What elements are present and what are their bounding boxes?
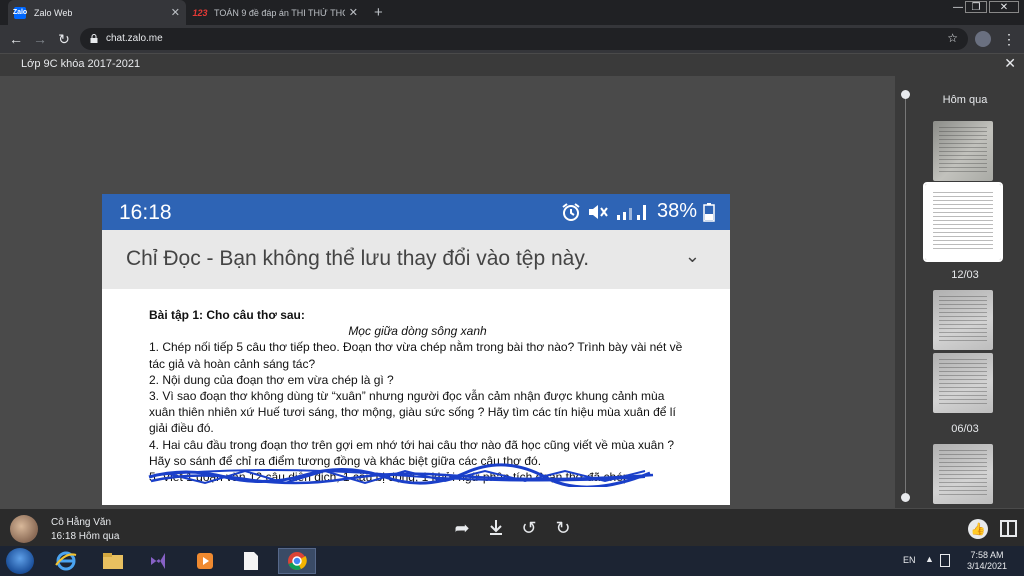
- thumbnail-content: [939, 296, 987, 344]
- timeline-top-handle[interactable]: [901, 90, 910, 99]
- download-icon[interactable]: [486, 518, 506, 538]
- window-close-icon[interactable]: ✕: [989, 1, 1019, 13]
- thumbnail-content: [939, 450, 987, 498]
- mute-icon: [588, 204, 608, 219]
- thumbnail[interactable]: [933, 353, 993, 413]
- clock-date: 3/14/2021: [966, 561, 1008, 571]
- tab-close-icon[interactable]: ✕: [349, 6, 358, 19]
- thumbnail[interactable]: [933, 290, 993, 350]
- thumbnail-content: [939, 127, 987, 175]
- sender-avatar[interactable]: [10, 515, 38, 543]
- bookmark-star-icon[interactable]: ☆: [947, 31, 958, 45]
- viewer-bottom-bar: Cô Hằng Văn 16:18 Hôm qua ➦ ↺ ↻ 👍: [0, 508, 1024, 546]
- signal-icon: [616, 204, 646, 220]
- profile-avatar[interactable]: [975, 31, 991, 47]
- lock-icon: [90, 34, 98, 43]
- tab-title: TOÁN 9 đề đáp án THI THỬ THC: [214, 7, 345, 18]
- date-label-yesterday: Hôm qua: [942, 94, 988, 106]
- battery-percent: 38%: [656, 200, 697, 222]
- document-text: Bài tập 1: Cho câu thơ sau: Mọc giữa dòn…: [102, 289, 730, 488]
- tab-title: Zalo Web: [34, 7, 73, 18]
- sender-name: Cô Hằng Văn: [51, 517, 112, 528]
- conversation-title: Lớp 9C khóa 2017-2021: [21, 58, 141, 70]
- internet-explorer-icon[interactable]: [47, 548, 85, 574]
- url-text: chat.zalo.me: [106, 33, 163, 44]
- status-icons: 38%: [561, 200, 715, 223]
- media-player-icon[interactable]: [186, 548, 224, 574]
- battery-icon: [703, 202, 715, 222]
- timeline-track: [905, 95, 906, 497]
- phone-status-bar: 16:18 38%: [102, 194, 730, 230]
- media-viewer-header: Lớp 9C khóa 2017-2021 ✕: [0, 53, 1024, 75]
- new-tab-icon[interactable]: +: [374, 4, 383, 21]
- thumbnail-content: [939, 359, 987, 407]
- browser-menu-icon[interactable]: ⋮: [1002, 30, 1016, 48]
- zalo-favicon-icon: Zalo: [13, 6, 27, 19]
- date-label-12-03: 12/03: [951, 269, 979, 281]
- tab-close-icon[interactable]: ✕: [171, 6, 180, 19]
- scribble-overlay: [148, 463, 654, 488]
- timeline-bottom-handle[interactable]: [901, 493, 910, 502]
- readonly-banner: Chỉ Đọc - Bạn không thể lưu thay đổi vào…: [102, 230, 730, 289]
- poem-line: Mọc giữa dòng sông xanh: [348, 324, 487, 339]
- thumbnail[interactable]: [933, 444, 993, 504]
- phone-clock: 16:18: [119, 201, 172, 224]
- tray-expand-icon[interactable]: ▲: [925, 554, 934, 564]
- browser-toolbar: ← → ↻ chat.zalo.me ☆: [0, 25, 1024, 53]
- question-3: 3. Vì sao đoạn thơ không dùng từ “xuân” …: [149, 389, 676, 436]
- rotate-right-icon[interactable]: ↻: [553, 518, 573, 538]
- reload-icon[interactable]: ↻: [56, 31, 72, 47]
- alarm-icon: [562, 202, 580, 221]
- forward-icon[interactable]: →: [32, 31, 48, 47]
- close-viewer-icon[interactable]: ✕: [1004, 55, 1016, 72]
- question-2: 2. Nội dung của đoạn thơ em vừa chép là …: [149, 372, 394, 387]
- site-123-favicon-icon: 123: [192, 7, 208, 18]
- viewed-image: 16:18 38% Chỉ Đọc - Bạn không thể lưu th…: [102, 194, 730, 505]
- back-icon[interactable]: ←: [8, 31, 24, 47]
- thumbnail-content: [933, 192, 993, 252]
- language-indicator[interactable]: EN: [903, 555, 916, 565]
- start-button[interactable]: [6, 548, 34, 574]
- address-bar[interactable]: chat.zalo.me ☆: [80, 28, 968, 50]
- chrome-icon[interactable]: [278, 548, 316, 574]
- exercise-heading: Bài tập 1: Cho câu thơ sau:: [149, 308, 305, 322]
- react-icon[interactable]: 👍: [968, 519, 988, 539]
- visual-studio-icon[interactable]: [140, 548, 178, 574]
- file-explorer-icon[interactable]: [94, 548, 132, 574]
- question-5-struck: 5. Viết 1 đoạn văn 12 câu diễn dịch, 1 c…: [148, 463, 686, 488]
- date-label-06-03: 06/03: [951, 423, 979, 435]
- thumbnail[interactable]: [933, 121, 993, 181]
- question-1: 1. Chép nối tiếp 5 câu thơ tiếp theo. Đo…: [149, 340, 683, 371]
- chevron-down-icon: ⌄: [684, 246, 700, 266]
- battery-tray-icon[interactable]: [940, 554, 950, 567]
- taskbar-clock[interactable]: 7:58 AM 3/14/2021: [962, 550, 1012, 572]
- document-icon[interactable]: [232, 548, 270, 574]
- browser-tab-strip: Zalo Zalo Web ✕ 123 TOÁN 9 đề đáp án THI…: [0, 0, 1024, 25]
- tab-zalo-web[interactable]: Zalo Zalo Web ✕: [8, 0, 186, 25]
- thumbnail-rail: Hôm qua 12/03 06/03: [895, 76, 1024, 508]
- restore-icon[interactable]: ❐: [965, 1, 987, 13]
- thumbnail-selected[interactable]: [923, 182, 1003, 262]
- toggle-panel-icon[interactable]: [1000, 520, 1017, 537]
- rotate-left-icon[interactable]: ↺: [519, 518, 539, 538]
- sender-timestamp: 16:18 Hôm qua: [51, 531, 120, 542]
- share-icon[interactable]: ➦: [452, 518, 472, 538]
- readonly-message: Chỉ Đọc - Bạn không thể lưu thay đổi vào…: [126, 247, 590, 270]
- tab-toan-9[interactable]: 123 TOÁN 9 đề đáp án THI THỬ THC ✕: [188, 0, 364, 25]
- windows-taskbar: EN ▲ 7:58 AM 3/14/2021: [0, 546, 1024, 576]
- clock-time: 7:58 AM: [970, 550, 1004, 560]
